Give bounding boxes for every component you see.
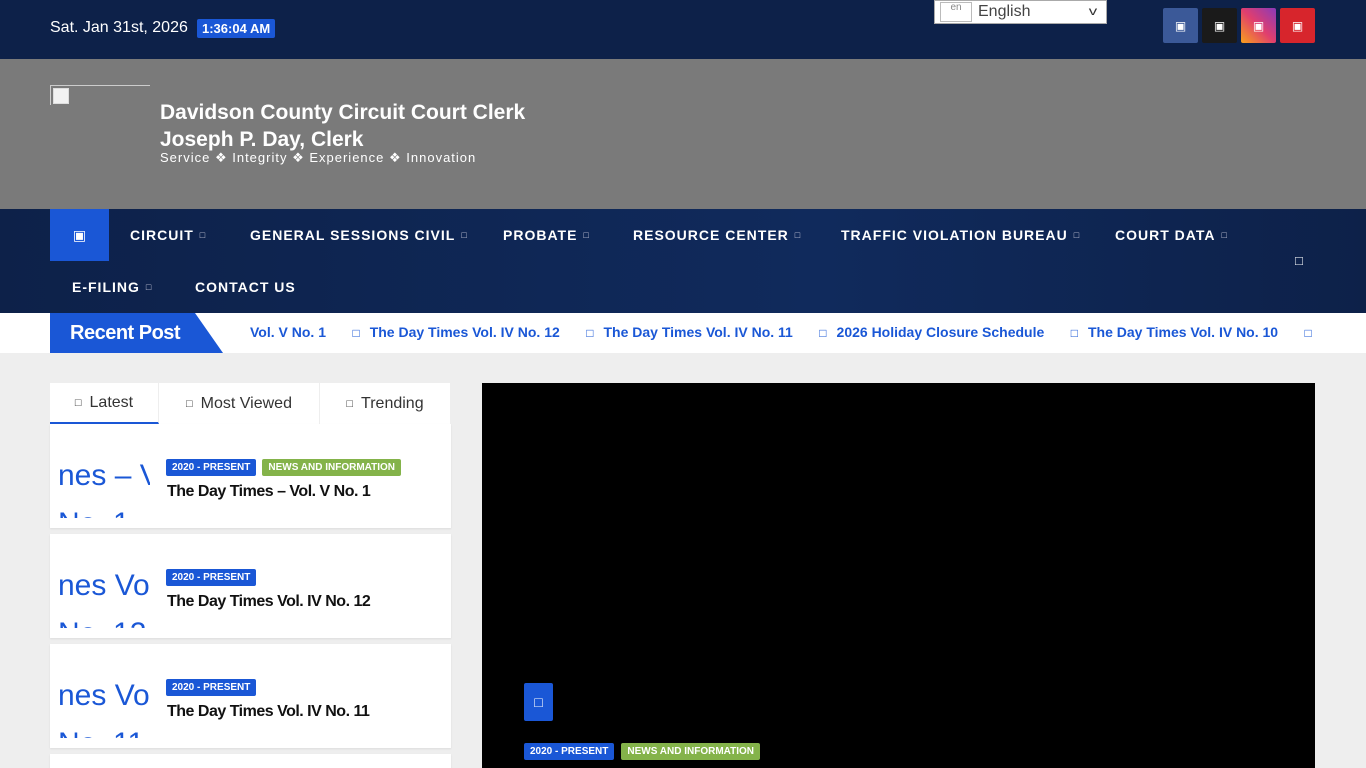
document-icon: □ [1304, 326, 1312, 340]
post-title[interactable]: The Day Times – Vol. V No. 1 [167, 483, 371, 501]
chevron-down-icon: v [1088, 4, 1098, 18]
nav-label: PROBATE [503, 227, 578, 243]
thumbnail-text: nes Vo No. 12 [58, 569, 150, 628]
current-time: 1:36:04 AM [197, 19, 276, 38]
ticker-item-label: The Day Times Vol. IV No. 10 [1087, 324, 1279, 340]
facebook-icon[interactable]: ▣ [1163, 8, 1198, 43]
site-title-line1: Davidson County Circuit Court Clerk [160, 101, 526, 124]
youtube-icon[interactable]: ▣ [1280, 8, 1315, 43]
nav-label: RESOURCE CENTER [633, 227, 789, 243]
tab-most-viewed[interactable]: □ Most Viewed [159, 383, 320, 424]
ticker-item-label: 2026 Holiday Closure Schedule [836, 324, 1045, 340]
site-tagline: Service ❖ Integrity ❖ Experience ❖ Innov… [160, 150, 477, 165]
nav-label: TRAFFIC VIOLATION BUREAU [841, 227, 1068, 243]
instagram-icon[interactable]: ▣ [1241, 8, 1276, 43]
tab-trending[interactable]: □ Trending [320, 383, 451, 424]
nav-label: CIRCUIT [130, 227, 194, 243]
category-badge[interactable]: NEWS AND INFORMATION [262, 459, 402, 476]
language-selected: English [978, 3, 1031, 20]
chevron-down-icon: □ [461, 230, 468, 240]
nav-item-court-data[interactable]: COURT DATA □ [1115, 227, 1228, 243]
post-card[interactable]: nes – V No. 1 2020 - PRESENT NEWS AND IN… [50, 424, 451, 528]
ticker-item[interactable]: □ The Day Times Vol. IV No. 10 [1071, 313, 1278, 352]
site-title[interactable]: Davidson County Circuit Court Clerk Jose… [160, 99, 525, 153]
top-bar: Sat. Jan 31st, 2026 1:36:04 AM en Englis… [0, 0, 1366, 59]
nav-label: CONTACT US [195, 279, 296, 295]
post-card[interactable] [50, 754, 451, 768]
recent-post-ticker: Recent Post Vol. V No. 1 □ The Day Times … [0, 313, 1366, 353]
chevron-down-icon: □ [1073, 230, 1081, 240]
category-badge[interactable]: 2020 - PRESENT [524, 743, 615, 760]
tab-label: Latest [89, 393, 134, 411]
fire-icon: □ [346, 397, 354, 410]
site-header: Davidson County Circuit Court Clerk Jose… [0, 59, 1366, 209]
document-icon: □ [352, 326, 360, 340]
document-icon: □ [586, 326, 594, 340]
site-logo[interactable] [50, 85, 150, 105]
post-card[interactable]: nes Vo No. 11 2020 - PRESENT The Day Tim… [50, 644, 451, 748]
chevron-down-icon: □ [794, 230, 802, 240]
nav-item-traffic-violation-bureau[interactable]: TRAFFIC VIOLATION BUREAU □ [841, 227, 1080, 243]
tab-label: Trending [361, 394, 424, 412]
post-categories: 2020 - PRESENT NEWS AND INFORMATION [166, 459, 402, 476]
featured-categories: 2020 - PRESENT NEWS AND INFORMATION [524, 743, 761, 760]
post-tabs: □ Latest □ Most Viewed □ Trending [50, 383, 451, 424]
eye-icon: □ [186, 397, 193, 410]
nav-item-circuit[interactable]: CIRCUIT □ [130, 227, 206, 243]
category-badge[interactable]: 2020 - PRESENT [166, 679, 257, 696]
post-card[interactable]: nes Vo No. 12 2020 - PRESENT The Day Tim… [50, 534, 451, 638]
nav-label: E-FILING [72, 279, 140, 295]
ticker-item[interactable]: Vol. V No. 1 [250, 313, 326, 351]
post-thumbnail[interactable]: nes – V No. 1 [50, 424, 150, 518]
chevron-down-icon: □ [583, 230, 590, 240]
post-title[interactable]: The Day Times Vol. IV No. 11 [167, 703, 370, 721]
chevron-down-icon: □ [199, 230, 207, 240]
nav-item-resource-center[interactable]: RESOURCE CENTER □ [633, 227, 801, 243]
chevron-down-icon: □ [145, 282, 153, 292]
search-icon[interactable]: □ [1295, 253, 1303, 268]
ticker-item[interactable]: □ The Day Times Vol. IV No. 11 [586, 313, 793, 352]
chevron-down-icon: □ [1221, 230, 1228, 240]
home-icon[interactable]: ▣ [50, 209, 109, 261]
nav-label: GENERAL SESSIONS CIVIL [250, 227, 456, 243]
clock-icon: □ [74, 396, 82, 409]
category-badge[interactable]: NEWS AND INFORMATION [621, 743, 761, 760]
flag-icon: en [940, 2, 972, 22]
document-icon: □ [1070, 326, 1078, 340]
ticker-item[interactable]: □ The Day Times Vol. IV No. 12 [352, 313, 559, 352]
thumbnail-text: nes Vo No. 11 [58, 679, 150, 738]
broken-image-icon [53, 88, 69, 104]
language-selector[interactable]: en English v [934, 0, 1107, 24]
featured-post[interactable]: □ 2020 - PRESENT NEWS AND INFORMATION [482, 383, 1315, 768]
tab-latest[interactable]: □ Latest [50, 383, 159, 424]
thumbnail-text: nes – V No. 1 [58, 459, 150, 518]
ticker-item-label: The Day Times Vol. IV No. 11 [603, 324, 793, 340]
nav-label: COURT DATA [1115, 227, 1216, 243]
post-format-icon[interactable]: □ [524, 683, 553, 721]
main-nav: ▣ CIRCUIT □ GENERAL SESSIONS CIVIL □ PROBA… [0, 209, 1366, 313]
post-thumbnail[interactable]: nes Vo No. 11 [50, 644, 150, 738]
post-thumbnail[interactable]: nes Vo No. 12 [50, 534, 150, 628]
ticker-item-label: The Day Times Vol. IV No. 12 [369, 324, 560, 340]
nav-item-contact-us[interactable]: CONTACT US [195, 279, 296, 295]
social-links: ▣ ▣ ▣ ▣ [1163, 8, 1315, 43]
post-categories: 2020 - PRESENT [166, 569, 257, 586]
ticker-item[interactable]: □ 2026 Holiday Closure Schedule [819, 313, 1044, 352]
post-title[interactable]: The Day Times Vol. IV No. 12 [167, 593, 371, 611]
category-badge[interactable]: 2020 - PRESENT [166, 459, 257, 476]
ticker-track: Vol. V No. 1 □ The Day Times Vol. IV No. … [250, 313, 1316, 353]
ticker-item-label: Vol. V No. 1 [250, 324, 326, 340]
nav-item-general-sessions-civil[interactable]: GENERAL SESSIONS CIVIL □ [250, 227, 468, 243]
post-categories: 2020 - PRESENT [166, 679, 257, 696]
nav-item-e-filing[interactable]: E-FILING □ [72, 279, 152, 295]
site-title-line2: Joseph P. Day, Clerk [160, 128, 364, 151]
twitter-icon[interactable]: ▣ [1202, 8, 1237, 43]
nav-item-probate[interactable]: PROBATE □ [503, 227, 590, 243]
category-badge[interactable]: 2020 - PRESENT [166, 569, 257, 586]
current-date: Sat. Jan 31st, 2026 [50, 19, 188, 36]
document-icon: □ [819, 326, 827, 340]
recent-post-label: Recent Post [50, 313, 223, 353]
tab-label: Most Viewed [200, 394, 292, 412]
